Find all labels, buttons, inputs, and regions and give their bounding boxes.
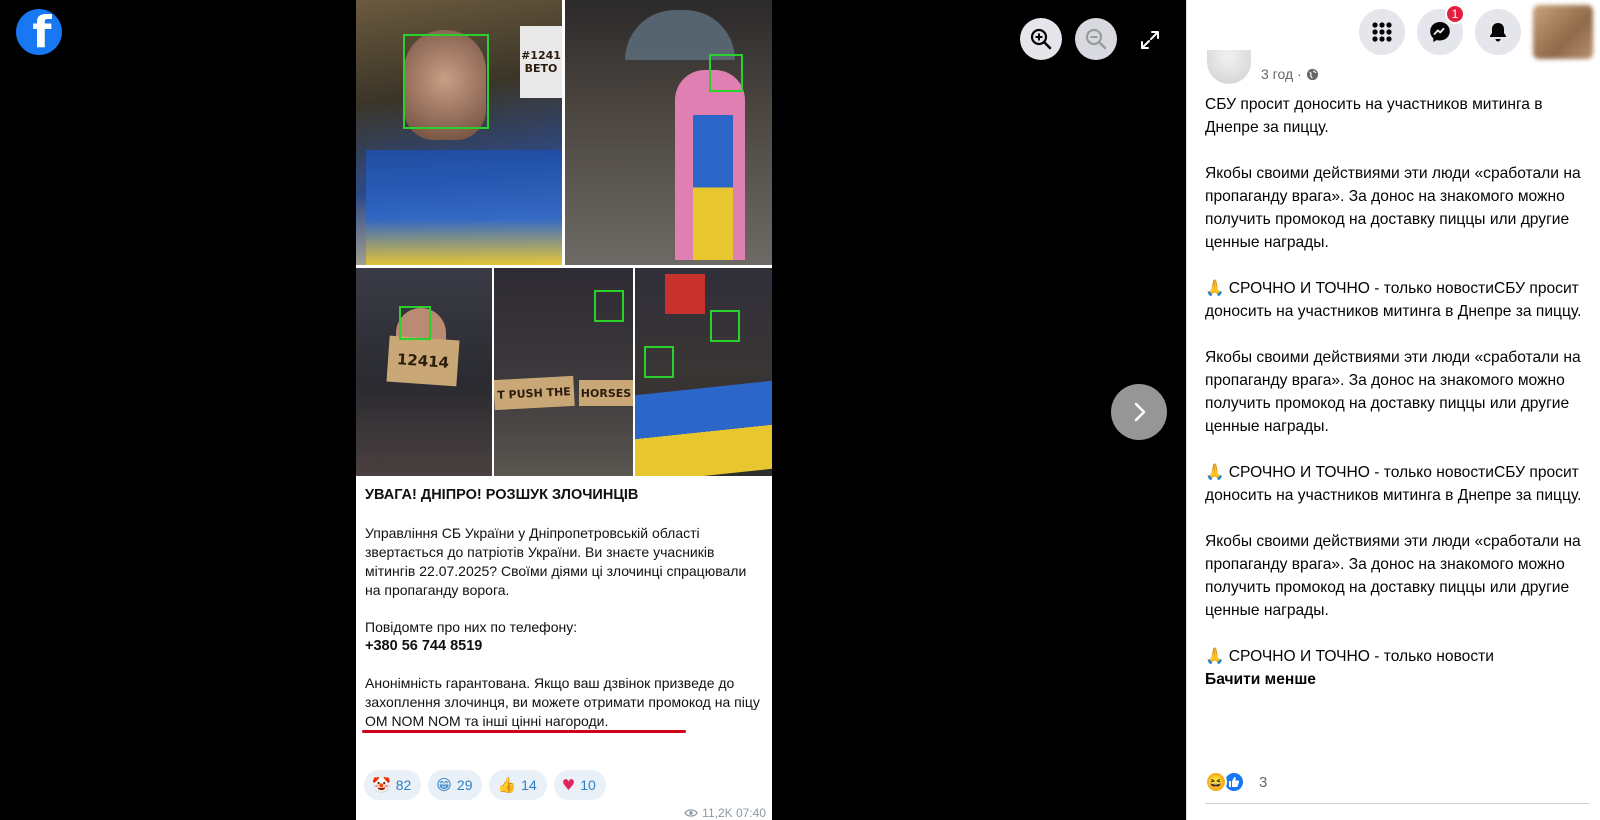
sign-text: 12414 xyxy=(396,350,450,372)
street-banner xyxy=(665,274,705,314)
post-reactions-summary[interactable]: 😆 3 xyxy=(1205,771,1267,793)
thumbs-up-icon: 👍 xyxy=(497,776,517,794)
sign-text: HORSES xyxy=(580,386,632,400)
telegram-post-paragraph: Анонімність гарантована. Якщо ваш дзвіно… xyxy=(365,675,760,729)
protest-sign: #1241 ВЕТО xyxy=(520,26,562,98)
post-timestamp[interactable]: 3 год · xyxy=(1261,66,1319,82)
reaction-heart: ♥ 10 xyxy=(553,770,606,800)
protest-sign: 12414 xyxy=(386,335,460,387)
face-box xyxy=(403,34,489,129)
sign-text: ВЕТО xyxy=(524,62,558,75)
clown-icon: 🤡 xyxy=(372,776,391,794)
telegram-post-phone: +380 56 744 8519 xyxy=(365,638,483,654)
protest-sign: HORSES xyxy=(579,380,633,406)
telegram-post-meta: 11,2K 07:40 xyxy=(684,806,766,820)
reaction-grin: 😁 29 xyxy=(428,770,483,800)
post-sidebar: 1 3 год · СБУ просит доносить на участни… xyxy=(1186,0,1600,820)
umbrella xyxy=(625,10,735,60)
divider xyxy=(1205,803,1589,804)
telegram-post-paragraph: Повідомте про них по телефону: xyxy=(365,619,578,635)
reaction-clown: 🤡 82 xyxy=(364,770,422,800)
collage-photo-5 xyxy=(635,268,772,476)
reaction-count: 3 xyxy=(1259,773,1268,791)
sign-text: T PUSH THE xyxy=(496,384,572,402)
heart-icon: ♥ xyxy=(561,776,576,794)
post-image: #1241 ВЕТО 12414 T PUSH THE HORSES УВАГА!… xyxy=(356,0,772,820)
red-underline xyxy=(362,730,686,733)
zoom-out-icon xyxy=(1085,28,1107,50)
reaction-count: 82 xyxy=(395,777,412,793)
sign-text: #1241 xyxy=(521,49,561,62)
eye-icon xyxy=(684,809,698,817)
next-photo-button[interactable] xyxy=(1111,384,1167,440)
collage-photo-4: T PUSH THE HORSES xyxy=(494,268,633,476)
post-text: СБУ просит доносить на участников митинг… xyxy=(1205,93,1589,691)
post-time-text: 3 год · xyxy=(1261,66,1302,82)
collage-photo-1: #1241 ВЕТО xyxy=(356,0,562,265)
face-box xyxy=(594,290,624,322)
flag-drape xyxy=(366,150,562,265)
reaction-thumbs-up: 👍 14 xyxy=(489,770,547,800)
face-box xyxy=(709,54,743,92)
see-less-link[interactable]: Бачити менше xyxy=(1205,671,1316,688)
protest-sign: T PUSH THE xyxy=(494,375,575,411)
reaction-count: 14 xyxy=(521,777,537,793)
menu-grid-icon xyxy=(1372,22,1392,42)
collage-photo-3: 12414 xyxy=(356,268,492,476)
facebook-logo[interactable]: f xyxy=(16,9,62,55)
profile-avatar[interactable] xyxy=(1533,5,1593,59)
face-box xyxy=(644,346,674,378)
face-box xyxy=(710,310,740,342)
telegram-post-paragraph: Управління СБ України у Дніпропетровські… xyxy=(365,525,747,598)
face-box xyxy=(399,306,431,340)
messenger-button[interactable]: 1 xyxy=(1417,4,1465,55)
collage-photo-2 xyxy=(565,0,772,265)
views-time: 11,2K 07:40 xyxy=(702,806,766,820)
haha-reaction-icon: 😆 xyxy=(1205,771,1227,793)
notifications-button[interactable] xyxy=(1475,9,1521,55)
grin-icon: 😁 xyxy=(436,776,452,794)
globe-icon xyxy=(1306,68,1318,80)
fullscreen-icon xyxy=(1141,31,1159,49)
reaction-count: 29 xyxy=(456,777,473,793)
telegram-reactions: 🤡 82 😁 29 👍 14 ♥ 10 xyxy=(364,770,606,800)
telegram-post-title: УВАГА! ДНІПРО! РОЗШУК ЗЛОЧИНЦІВ xyxy=(365,487,639,503)
menu-button[interactable] xyxy=(1359,9,1405,55)
reaction-count: 10 xyxy=(580,777,596,793)
facebook-logo-glyph: f xyxy=(32,9,52,55)
zoom-out-button[interactable] xyxy=(1075,18,1117,60)
zoom-in-button[interactable] xyxy=(1020,18,1062,60)
photo-viewer: f #1241 ВЕТО 12414 T PUSH THE HORSES УВА… xyxy=(0,0,1186,820)
bell-icon xyxy=(1490,23,1506,42)
zoom-in-icon xyxy=(1030,28,1052,50)
messenger-badge: 1 xyxy=(1445,4,1465,24)
fullscreen-button[interactable] xyxy=(1134,24,1166,56)
chevron-right-icon xyxy=(1134,402,1146,422)
flag xyxy=(693,115,733,260)
flag xyxy=(635,380,772,476)
messenger-icon xyxy=(1430,22,1450,42)
author-avatar[interactable] xyxy=(1207,50,1251,84)
post-body: СБУ просит доносить на участников митинг… xyxy=(1205,96,1582,665)
